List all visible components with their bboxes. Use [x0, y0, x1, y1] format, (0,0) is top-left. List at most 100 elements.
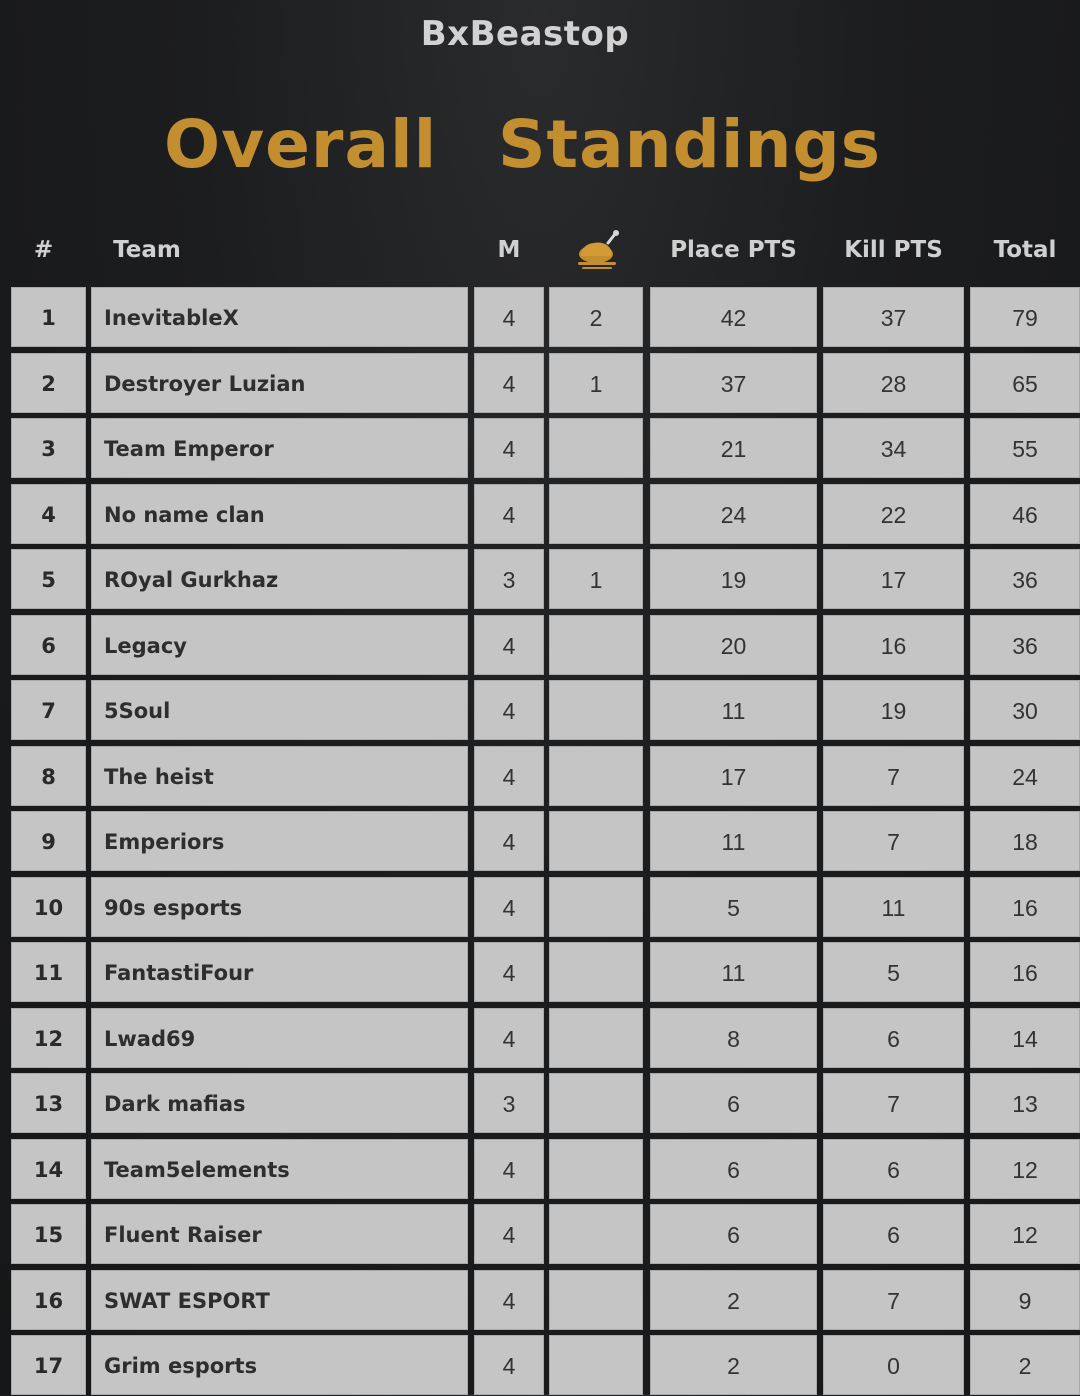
rank-cell: 14 — [11, 1139, 86, 1199]
place-pts-cell: 24 — [650, 484, 817, 544]
rank-cell: 15 — [11, 1204, 86, 1264]
team-name-cell: FantastiFour — [91, 942, 468, 1002]
team-name-cell: 90s esports — [91, 877, 468, 937]
total-cell: 30 — [970, 680, 1080, 740]
page-title-word-standings: Standings — [498, 106, 881, 183]
place-pts-cell: 19 — [650, 549, 817, 609]
team-name-cell: Grim esports — [91, 1335, 468, 1395]
chicken-count-cell — [549, 615, 643, 675]
kill-pts-cell: 7 — [823, 1270, 964, 1330]
page-title: Overall Standings — [0, 106, 1080, 196]
place-pts-cell: 11 — [650, 680, 817, 740]
chicken-count-cell: 1 — [549, 549, 643, 609]
header-matches: M — [497, 237, 521, 263]
table-row: 14 Team5elements 4 6 6 12 — [0, 1139, 1080, 1199]
chicken-dinner-icon — [574, 228, 620, 270]
team-name-cell: Legacy — [91, 615, 468, 675]
kill-pts-cell: 34 — [823, 418, 964, 478]
table-row: 10 90s esports 4 5 11 16 — [0, 877, 1080, 937]
place-pts-cell: 42 — [650, 287, 817, 347]
team-name-cell: The heist — [91, 746, 468, 806]
matches-cell: 4 — [474, 877, 544, 937]
total-cell: 36 — [970, 549, 1080, 609]
total-cell: 46 — [970, 484, 1080, 544]
matches-cell: 4 — [474, 680, 544, 740]
kill-pts-cell: 6 — [823, 1139, 964, 1199]
place-pts-cell: 17 — [650, 746, 817, 806]
place-pts-cell: 5 — [650, 877, 817, 937]
chicken-count-cell — [549, 1073, 643, 1133]
matches-cell: 4 — [474, 418, 544, 478]
total-cell: 18 — [970, 811, 1080, 871]
table-row: 15 Fluent Raiser 4 6 6 12 — [0, 1204, 1080, 1264]
total-cell: 12 — [970, 1139, 1080, 1199]
kill-pts-cell: 7 — [823, 1073, 964, 1133]
matches-cell: 3 — [474, 1073, 544, 1133]
table-row: 9 Emperiors 4 11 7 18 — [0, 811, 1080, 871]
team-name-cell: Fluent Raiser — [91, 1204, 468, 1264]
matches-cell: 4 — [474, 811, 544, 871]
kill-pts-cell: 19 — [823, 680, 964, 740]
header-rank: # — [33, 237, 54, 263]
table-row: 11 FantastiFour 4 11 5 16 — [0, 942, 1080, 1002]
kill-pts-cell: 7 — [823, 746, 964, 806]
team-name-cell: ROyal Gurkhaz — [91, 549, 468, 609]
team-name-cell: Dark mafias — [91, 1073, 468, 1133]
chicken-count-cell — [549, 1139, 643, 1199]
matches-cell: 4 — [474, 942, 544, 1002]
place-pts-cell: 11 — [650, 811, 817, 871]
table-row: 13 Dark mafias 3 6 7 13 — [0, 1073, 1080, 1133]
kill-pts-cell: 0 — [823, 1335, 964, 1395]
place-pts-cell: 2 — [650, 1335, 817, 1395]
table-row: 12 Lwad69 4 8 6 14 — [0, 1008, 1080, 1068]
rank-cell: 16 — [11, 1270, 86, 1330]
header-kill-pts: Kill PTS — [844, 237, 943, 263]
matches-cell: 4 — [474, 287, 544, 347]
chicken-count-cell — [549, 746, 643, 806]
team-name-cell: Lwad69 — [91, 1008, 468, 1068]
kill-pts-cell: 7 — [823, 811, 964, 871]
place-pts-cell: 6 — [650, 1204, 817, 1264]
total-cell: 12 — [970, 1204, 1080, 1264]
chicken-count-cell — [549, 1270, 643, 1330]
matches-cell: 4 — [474, 615, 544, 675]
brand-name: BxBeastop — [420, 14, 630, 54]
chicken-count-cell: 1 — [549, 353, 643, 413]
chicken-count-cell — [549, 680, 643, 740]
rank-cell: 4 — [11, 484, 86, 544]
chicken-count-cell — [549, 418, 643, 478]
place-pts-cell: 6 — [650, 1139, 817, 1199]
rank-cell: 2 — [11, 353, 86, 413]
total-cell: 14 — [970, 1008, 1080, 1068]
chicken-count-cell — [549, 484, 643, 544]
kill-pts-cell: 6 — [823, 1008, 964, 1068]
rank-cell: 9 — [11, 811, 86, 871]
rank-cell: 12 — [11, 1008, 86, 1068]
total-cell: 9 — [970, 1270, 1080, 1330]
header-place-pts: Place PTS — [670, 237, 797, 263]
chicken-count-cell: 2 — [549, 287, 643, 347]
team-name-cell: SWAT ESPORT — [91, 1270, 468, 1330]
total-cell: 16 — [970, 877, 1080, 937]
kill-pts-cell: 28 — [823, 353, 964, 413]
kill-pts-cell: 22 — [823, 484, 964, 544]
total-cell: 36 — [970, 615, 1080, 675]
total-cell: 65 — [970, 353, 1080, 413]
total-cell: 2 — [970, 1335, 1080, 1395]
table-row: 5 ROyal Gurkhaz 3 1 19 17 36 — [0, 549, 1080, 609]
rank-cell: 11 — [11, 942, 86, 1002]
table-row: 2 Destroyer Luzian 4 1 37 28 65 — [0, 353, 1080, 413]
page-title-word-overall: Overall — [164, 106, 438, 183]
team-name-cell: InevitableX — [91, 287, 468, 347]
kill-pts-cell: 11 — [823, 877, 964, 937]
matches-cell: 4 — [474, 1270, 544, 1330]
rank-cell: 6 — [11, 615, 86, 675]
total-cell: 16 — [970, 942, 1080, 1002]
chicken-count-cell — [549, 811, 643, 871]
table-row: 7 5Soul 4 11 19 30 — [0, 680, 1080, 740]
team-name-cell: No name clan — [91, 484, 468, 544]
kill-pts-cell: 37 — [823, 287, 964, 347]
rank-cell: 17 — [11, 1335, 86, 1395]
rank-cell: 13 — [11, 1073, 86, 1133]
team-name-cell: Team Emperor — [91, 418, 468, 478]
